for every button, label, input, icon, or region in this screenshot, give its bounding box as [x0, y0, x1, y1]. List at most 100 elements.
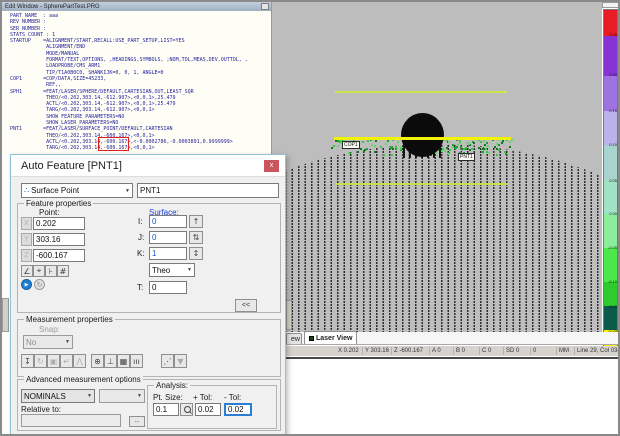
status-bar: X 0.202Y 303.16Z -600.167A 0B 0C 0SD 00M… [286, 346, 620, 356]
y-value-input[interactable]: 303.16 [33, 233, 85, 246]
surface-probe-icon[interactable]: ⊥ [104, 354, 117, 368]
vector-normal-button[interactable]: ↕ [189, 247, 203, 260]
colorbar [603, 9, 618, 348]
browse-button[interactable]: ... [129, 416, 145, 427]
t-label: T: [137, 283, 143, 292]
laser-view[interactable]: COP1 PNT1 [272, 2, 602, 332]
z-axis-label: Z [21, 249, 32, 262]
filter-icon[interactable]: ▼ [174, 354, 187, 368]
colorbar-segment-dark-teal [604, 306, 617, 330]
region-icon[interactable]: ▣ [47, 354, 60, 368]
group-legend: Measurement properties [24, 315, 115, 324]
status-item: MM [557, 347, 575, 355]
t-value-input[interactable]: 0 [149, 281, 187, 294]
scan-line-lower [336, 183, 508, 185]
scan-line-middle [334, 137, 511, 140]
cop-feature-label[interactable]: COP1 [342, 141, 360, 149]
scan-profile-icon[interactable]: ⋀ [73, 354, 86, 368]
edit-window-titlebar[interactable]: Edit Window - SpherePartTest.PRG [2, 2, 271, 11]
colorbar-segment-green [604, 248, 617, 282]
nominals-value: NOMINALS [24, 392, 66, 401]
tab-graphics-view[interactable]: ew [286, 333, 302, 344]
path-points-icon[interactable]: ⋰ [161, 354, 174, 368]
auto-feature-dialog: Auto Feature [PNT1] x ∴ Surface Point ▼ … [10, 154, 286, 436]
return-icon[interactable]: ↵ [60, 354, 73, 368]
relative-to-label: Relative to: [21, 405, 61, 414]
colorbar-segment-dark-green [604, 282, 617, 306]
chevron-down-icon: ▼ [185, 267, 194, 273]
theo-dropdown[interactable]: Theo ▼ [149, 263, 195, 277]
vector-flip-button[interactable]: ⇅ [189, 231, 203, 244]
colorbar-segment-purple [604, 36, 617, 75]
tab-label: ew [291, 336, 300, 343]
pt-size-input[interactable]: 0.1 [153, 403, 179, 416]
k-label: K: [137, 249, 145, 258]
i-value-input[interactable]: 0 [149, 215, 187, 228]
chevron-down-icon: ▼ [135, 393, 144, 399]
magnifier-button[interactable] [180, 403, 193, 416]
colorbar-segment-pale-teal [604, 145, 617, 181]
edit-window-menu-button[interactable] [261, 3, 269, 10]
status-item: 0 [531, 347, 557, 355]
minus-tol-input[interactable]: 0.02 [224, 403, 252, 416]
x-axis-label: X [21, 217, 32, 230]
scan-line-upper [335, 91, 507, 93]
group-legend: Advanced measurement options [24, 375, 143, 384]
sphere-feature[interactable] [401, 113, 444, 157]
target-icon[interactable]: ⊕ [91, 354, 104, 368]
grid-snap-icon[interactable]: # [57, 265, 69, 277]
k-value-input[interactable]: 1 [149, 247, 187, 260]
group-legend: Feature properties [24, 199, 93, 208]
plus-tol-label: + Tol: [193, 393, 212, 402]
point-density-icon[interactable]: ııı [130, 354, 143, 368]
rotate-icon[interactable]: ↻ [34, 354, 47, 368]
status-item: C 0 [480, 347, 504, 355]
find-nominal-icon[interactable]: ⌖ [33, 265, 45, 277]
i-label: I: [138, 217, 142, 226]
surface-point-icon: ∴ [24, 186, 29, 195]
axes-icon[interactable]: ∠ [21, 265, 33, 277]
pcdmis-main-window: COP1 PNT1 0.250.200.150.100.050.00-0.05-… [0, 0, 620, 436]
snap-value: No [26, 338, 36, 347]
j-label: J: [138, 233, 144, 242]
snap-dropdown[interactable]: No ▼ [23, 335, 73, 349]
z-value-input[interactable]: -600.167 [33, 249, 85, 262]
dialog-title: Auto Feature [PNT1] [21, 155, 122, 177]
colorbar-segment-lavender [604, 111, 617, 145]
feature-name-input[interactable]: PNT1 [137, 183, 279, 198]
pnt-feature-label[interactable]: PNT1 [458, 153, 475, 161]
touch-probe-icon[interactable]: ↧ [21, 354, 34, 368]
x-value-input[interactable]: 0.202 [33, 217, 85, 230]
background-scrollbar-fragment [2, 298, 9, 332]
highlight-box [98, 137, 129, 151]
tab-laser-view[interactable]: Laser View [304, 331, 357, 344]
edge-probe-icon[interactable]: ▦ [117, 354, 130, 368]
relative-to-input[interactable] [21, 414, 121, 427]
background-scrollbar-fragment [286, 300, 292, 330]
vector-up-button[interactable]: ↑ [189, 215, 203, 228]
laser-view-icon [309, 336, 314, 341]
feature-type-dropdown[interactable]: ∴ Surface Point ▼ [21, 183, 133, 198]
point-toolbar: ∠⌖⊦# [21, 265, 69, 277]
edit-window-title: Edit Window - SpherePartTest.PRG [5, 4, 100, 10]
code-line: TARG/<0.202,303.14,-600.167>,<0,0,1> [10, 145, 271, 151]
nominals-dropdown[interactable]: NOMINALS ▼ [21, 389, 95, 403]
play-icon: ▶ [25, 282, 29, 288]
nominals-mode-dropdown[interactable]: ▼ [99, 389, 145, 403]
close-icon[interactable]: x [264, 160, 279, 172]
edit-window[interactable]: Edit Window - SpherePartTest.PRG PART NA… [2, 2, 272, 155]
code-area[interactable]: PART NAME : aaaREV NUMBER :SER NUMBER :S… [2, 11, 271, 155]
colorbar-segment-teal [604, 180, 617, 214]
plus-tol-input[interactable]: 0.02 [195, 403, 221, 416]
dialog-titlebar[interactable]: Auto Feature [PNT1] [11, 155, 285, 177]
measure-play-button[interactable]: ▶ [21, 279, 32, 290]
collapse-button[interactable]: << [235, 299, 257, 312]
j-value-input[interactable]: 0 [149, 231, 187, 244]
group-legend: Analysis: [154, 381, 190, 390]
status-item: A 0 [430, 347, 454, 355]
reset-button[interactable]: ↻ [34, 279, 45, 290]
chevron-down-icon: ▼ [123, 188, 132, 194]
status-separator [286, 357, 620, 359]
point-cloud-dome [272, 144, 602, 332]
point-offset-icon[interactable]: ⊦ [45, 265, 57, 277]
